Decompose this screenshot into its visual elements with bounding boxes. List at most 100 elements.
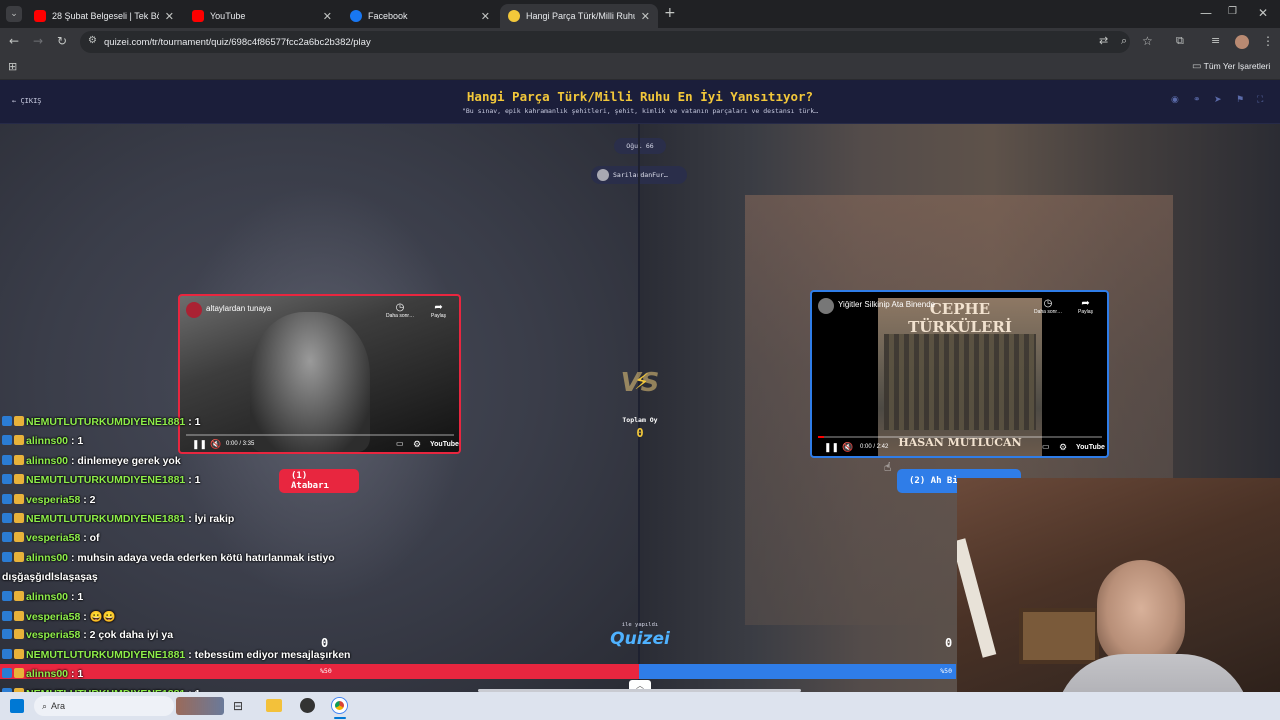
watch-later-button[interactable]: ◷ Daha sonr… <box>386 302 414 319</box>
bookmark-star-icon[interactable]: ☆ <box>1142 34 1153 48</box>
minimize-icon[interactable]: — <box>1200 6 1212 20</box>
share-button[interactable]: ➦ Paylaş <box>431 302 446 319</box>
chat-message: alinns00 : dinlemeye gerek yok <box>2 454 181 467</box>
total-votes-count: 0 <box>636 426 644 440</box>
video-time: 0:00 / 3:35 <box>226 441 255 447</box>
menu-icon[interactable]: ⋮ <box>1262 34 1274 48</box>
chat-username: alinns00 <box>26 551 69 564</box>
captions-icon[interactable]: ▭ <box>1042 442 1050 451</box>
chat-badge-icon <box>2 611 12 621</box>
mute-icon[interactable]: 🔇 <box>842 442 853 453</box>
restore-icon[interactable]: ❐ <box>1228 6 1237 17</box>
tab-search-icon[interactable]: ⌄ <box>6 6 22 22</box>
chat-text: : 1 <box>185 474 201 487</box>
video-title: altaylardan tunaya <box>206 304 272 313</box>
chat-username: vesperia58 <box>26 629 81 642</box>
quiz-title: Hangi Parça Türk/Milli Ruhu En İyi Yansı… <box>466 89 814 104</box>
option-left-button[interactable]: (1) Atabarı <box>279 469 359 493</box>
address-bar[interactable]: ⚙ quizei.com/tr/tournament/quiz/698c4f86… <box>80 31 1130 53</box>
youtube-favicon <box>34 10 46 22</box>
share-button[interactable]: ➦ Paylaş <box>1078 298 1093 315</box>
avatar <box>597 169 609 181</box>
link-icon[interactable]: ⚭ <box>1193 95 1201 105</box>
chat-username: alinns00 <box>26 590 69 603</box>
mouse-cursor: ☝ <box>884 460 892 474</box>
share-icon: ➦ <box>1081 298 1090 309</box>
file-explorer-icon[interactable] <box>266 699 282 712</box>
settings-icon[interactable]: ⚙ <box>413 439 421 450</box>
tab-youtube[interactable]: YouTube ✕ <box>184 4 340 28</box>
chat-text: : 1 <box>68 590 84 603</box>
close-icon[interactable]: ✕ <box>481 10 490 23</box>
window-close-icon[interactable]: ✕ <box>1258 6 1268 20</box>
profile-avatar[interactable] <box>1235 35 1249 49</box>
task-view-icon[interactable]: ⊟ <box>233 699 243 713</box>
video-progress-bar[interactable] <box>818 436 1102 438</box>
eye-icon[interactable]: ◉ <box>1171 95 1179 105</box>
media-icon[interactable]: ≡ <box>1211 34 1220 47</box>
tab-facebook[interactable]: Facebook ✕ <box>342 4 498 28</box>
mute-icon[interactable]: 🔇 <box>210 439 221 450</box>
quiz-subtitle: "Bu sınav, epik kahramanlık şehitleri, ş… <box>461 107 819 115</box>
channel-avatar <box>818 298 834 314</box>
center-divider <box>638 124 640 692</box>
chrome-icon[interactable] <box>332 698 347 713</box>
chat-badge-icon <box>2 435 12 446</box>
close-icon[interactable]: ✕ <box>165 10 174 23</box>
chat-text: : 1 <box>68 668 84 681</box>
right-video-player[interactable]: CEPHE TÜRKÜLERİ HASAN MUTLUCAN Yiğitler … <box>810 290 1109 458</box>
video-progress-bar[interactable] <box>186 434 454 436</box>
start-icon[interactable] <box>10 699 24 713</box>
extensions-icon[interactable]: ⧉ <box>1176 34 1184 48</box>
flag-icon[interactable]: ⚑ <box>1236 95 1244 105</box>
app-icon[interactable] <box>300 698 315 713</box>
chat-message: NEMUTLUTURKUMDIYENE1881 : 1 <box>2 416 200 428</box>
chat-username: NEMUTLUTURKUMDIYENE1881 <box>26 416 186 428</box>
close-icon[interactable]: ✕ <box>641 10 650 23</box>
chat-message: alinns00 : muhsin adaya veda ederken köt… <box>2 551 335 564</box>
fullscreen-icon[interactable]: ⛶ <box>1257 95 1263 105</box>
site-info-icon[interactable]: ⚙ <box>88 35 97 46</box>
chat-badge-icon <box>14 435 24 446</box>
quizei-logo[interactable]: Quizei <box>598 629 682 649</box>
chat-badge-icon <box>2 532 12 543</box>
clock-icon: ◷ <box>395 302 405 313</box>
bookmarks-bar: ⊞ ▭ Tüm Yer İşaretleri <box>0 56 1280 80</box>
back-icon[interactable]: ← <box>9 34 19 48</box>
chat-badge-icon <box>14 416 24 426</box>
chat-text: : İyi rakip <box>185 513 235 525</box>
youtube-logo[interactable]: YouTube <box>430 441 459 448</box>
settings-icon[interactable]: ⚙ <box>1059 442 1067 453</box>
left-video-player[interactable]: altaylardan tunaya ◷ Daha sonr… ➦ Paylaş ❚… <box>178 294 461 454</box>
pause-icon[interactable]: ❚❚ <box>192 439 207 450</box>
picture-frame <box>1019 608 1099 664</box>
chat-text: : 1 <box>185 416 201 428</box>
close-icon[interactable]: ✕ <box>323 10 332 23</box>
youtube-logo[interactable]: YouTube <box>1076 444 1105 451</box>
chat-username: alinns00 <box>26 668 69 681</box>
chat-message: alinns00 : 1 <box>2 590 84 603</box>
chat-badge-icon <box>2 474 12 485</box>
all-bookmarks[interactable]: ▭ Tüm Yer İşaretleri <box>1192 61 1270 72</box>
tab-28-subat[interactable]: 28 Şubat Belgeseli | Tek Bölüm ✕ <box>26 4 182 28</box>
zoom-icon[interactable]: ⌕ <box>1121 34 1127 48</box>
landscape-widget[interactable] <box>176 697 224 715</box>
chat-badge-icon <box>14 532 24 543</box>
send-icon[interactable]: ➤ <box>1214 95 1222 105</box>
clock-icon: ◷ <box>1043 298 1053 309</box>
reload-icon[interactable]: ↻ <box>57 34 67 48</box>
taskbar-search[interactable]: ⌕ Ara <box>34 696 174 716</box>
chat-badge-icon <box>2 513 12 523</box>
forward-icon[interactable]: → <box>33 34 43 48</box>
translate-icon[interactable]: ⇄ <box>1099 34 1108 47</box>
new-tab-icon[interactable]: + <box>664 5 676 21</box>
watch-later-button[interactable]: ◷ Daha sonr… <box>1034 298 1062 315</box>
tab-quiz-active[interactable]: Hangi Parça Türk/Milli Ruhu En ✕ <box>500 4 658 28</box>
progress-played <box>818 436 824 438</box>
captions-icon[interactable]: ▭ <box>396 439 404 448</box>
chat-badge-icon <box>2 590 12 601</box>
apps-grid-icon[interactable]: ⊞ <box>8 60 17 73</box>
chat-text: : dinlemeye gerek yok <box>68 454 181 467</box>
chat-badge-icon <box>14 668 24 679</box>
pause-icon[interactable]: ❚❚ <box>824 442 839 453</box>
